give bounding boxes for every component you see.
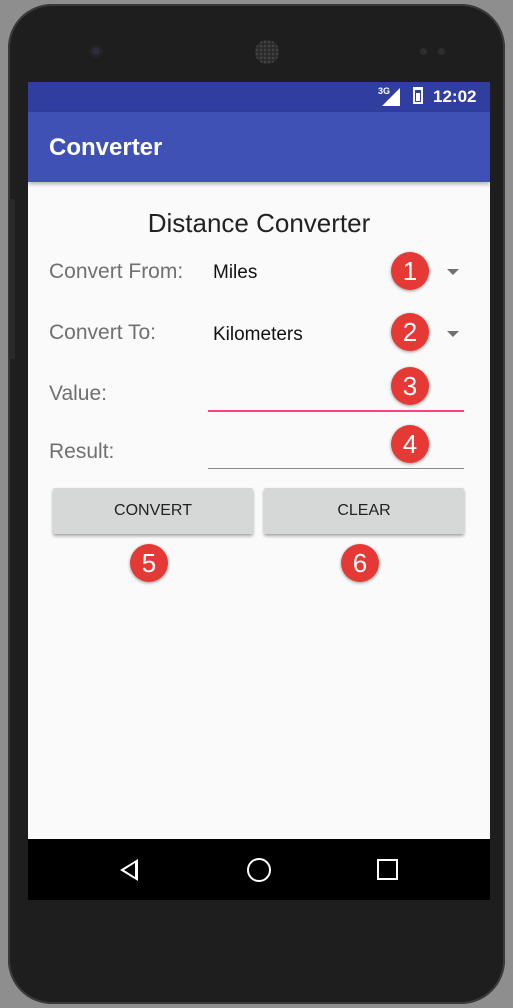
convert-from-value: Miles xyxy=(213,262,258,283)
convert-button[interactable]: CONVERT xyxy=(53,488,253,534)
result-field-underline xyxy=(208,468,464,469)
status-bar: 3G 12:02 xyxy=(28,82,490,112)
app-screen: 3G 12:02 Converter Distance Converter Co… xyxy=(28,82,490,900)
sensor-icon xyxy=(420,48,427,55)
value-input-underline xyxy=(208,410,464,412)
clear-button[interactable]: CLEAR xyxy=(264,488,464,534)
nav-back-icon[interactable] xyxy=(120,859,138,881)
convert-to-value: Kilometers xyxy=(213,324,303,345)
annotation-badge-2: 2 xyxy=(391,313,429,351)
annotation-badge-5: 5 xyxy=(130,544,168,582)
dropdown-arrow-icon[interactable] xyxy=(447,331,459,337)
dropdown-arrow-icon[interactable] xyxy=(447,269,459,275)
app-bar: Converter xyxy=(28,112,490,182)
annotation-badge-1: 1 xyxy=(391,252,429,290)
annotation-badge-4: 4 xyxy=(391,425,429,463)
camera-icon xyxy=(89,44,103,58)
status-time: 12:02 xyxy=(433,87,477,106)
app-title: Converter xyxy=(49,134,163,161)
nav-recent-icon[interactable] xyxy=(377,859,398,880)
annotation-badge-3: 3 xyxy=(391,367,429,405)
battery-icon xyxy=(413,87,423,104)
result-label: Result: xyxy=(49,440,115,463)
value-label: Value: xyxy=(49,382,107,405)
convert-from-label: Convert From: xyxy=(49,260,184,283)
navigation-bar xyxy=(28,839,490,900)
signal-icon xyxy=(382,88,400,106)
annotation-badge-6: 6 xyxy=(341,544,379,582)
side-button xyxy=(9,199,15,359)
nav-home-icon[interactable] xyxy=(247,858,271,882)
sensor-icon xyxy=(438,48,445,55)
page-title: Distance Converter xyxy=(147,208,371,238)
convert-to-label: Convert To: xyxy=(49,321,156,344)
speaker-icon xyxy=(255,40,279,64)
